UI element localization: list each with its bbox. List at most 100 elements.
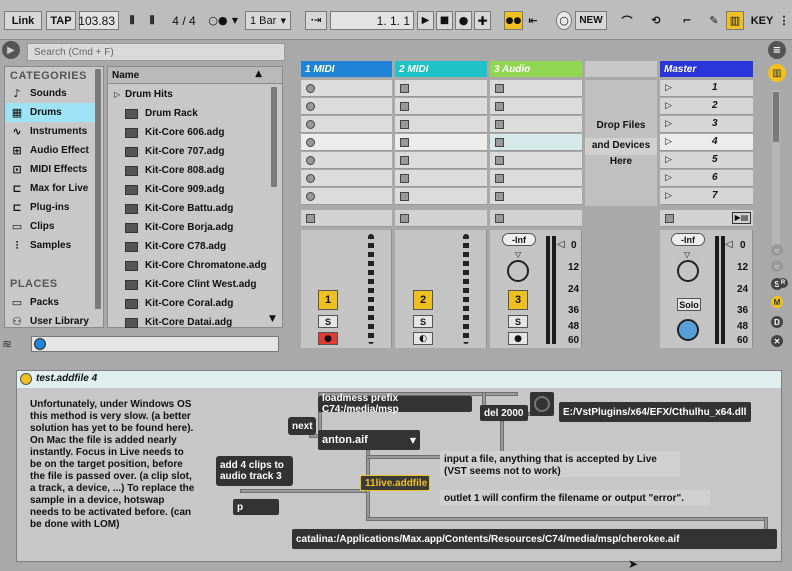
clip-slot[interactable] xyxy=(301,170,392,187)
place-packs[interactable]: ▭ Packs xyxy=(5,293,95,312)
clip-slot[interactable] xyxy=(301,98,392,115)
solo-button-2[interactable]: S xyxy=(413,315,433,328)
song-position-field[interactable]: 1. 1. 1 xyxy=(330,11,414,30)
session-scrollbar[interactable] xyxy=(772,90,780,250)
io-toggle-icon[interactable]: ○ xyxy=(771,244,783,256)
midi-keyboard-icon[interactable]: ▥ xyxy=(726,11,744,30)
arm-record-icon[interactable]: ◐ xyxy=(413,332,433,345)
search-input[interactable]: Search (Cmd + F) xyxy=(27,43,285,61)
solo-button-1[interactable]: S xyxy=(318,315,338,328)
category-drums[interactable]: ▦ Drums xyxy=(5,103,95,122)
list-header[interactable]: Name ▲ xyxy=(108,67,282,84)
place-user-library[interactable]: ⚇ User Library xyxy=(5,312,95,331)
clip-slot[interactable] xyxy=(490,80,582,97)
list-scrollbar[interactable] xyxy=(271,87,277,187)
list-item[interactable]: Kit-Core 707.adg xyxy=(108,142,268,161)
list-item[interactable]: Kit-Core C78.adg xyxy=(108,237,268,256)
track-activator-1[interactable]: 1 xyxy=(318,290,338,310)
crossfader-toggle-icon[interactable]: ✕ xyxy=(771,335,783,347)
return-toggle-icon[interactable]: R xyxy=(778,278,788,288)
category-clips[interactable]: ▭ Clips xyxy=(5,217,95,236)
pencil-icon[interactable]: ✎ xyxy=(706,11,722,30)
scene-launch[interactable]: ▷ 1 xyxy=(660,80,753,97)
nudge-down-icon[interactable]: ⦀ xyxy=(123,11,141,30)
category-midi-effects[interactable]: ⊡ MIDI Effects xyxy=(5,160,95,179)
track-activator-2[interactable]: 2 xyxy=(413,290,433,310)
clip-slot[interactable] xyxy=(395,80,487,97)
category-audio-effect[interactable]: ⊞ Audio Effect xyxy=(5,141,95,160)
track-stop-row[interactable] xyxy=(490,210,582,227)
del-object[interactable]: del 2000 xyxy=(480,405,528,421)
cue-out-icon[interactable]: ▶▤ xyxy=(732,212,751,224)
clip-slot[interactable] xyxy=(301,116,392,133)
category-sounds[interactable]: ♪ Sounds xyxy=(5,84,95,103)
stop-all-row[interactable]: ▶▤ xyxy=(660,210,753,227)
clip-slot[interactable] xyxy=(490,170,582,187)
view-toggle-icon[interactable]: ▥ xyxy=(768,64,786,82)
track-stop-row[interactable] xyxy=(301,210,392,227)
quantize-menu[interactable]: 1 Bar ▼ xyxy=(245,11,291,30)
category-samples[interactable]: ⫶ Samples xyxy=(5,236,95,255)
clip-slot[interactable] xyxy=(490,116,582,133)
clip-slot[interactable] xyxy=(395,170,487,187)
clip-slot[interactable] xyxy=(395,188,487,205)
follow-icon[interactable]: ·⇥ xyxy=(305,11,327,30)
nudge-up-icon[interactable]: ⦀ xyxy=(143,11,161,30)
pan-knob-3[interactable] xyxy=(507,260,529,282)
next-message[interactable]: next xyxy=(288,417,316,435)
categories-scrollbar[interactable] xyxy=(95,69,101,309)
clip-slot[interactable] xyxy=(301,80,392,97)
clip-slot-selected[interactable] xyxy=(490,134,582,151)
live-addfile-object[interactable]: 11live.addfile xyxy=(360,475,430,491)
category-max-for-live[interactable]: ⊏ Max for Live xyxy=(5,179,95,198)
track-header-1-midi[interactable]: 1 MIDI xyxy=(301,61,392,77)
solo-button-3[interactable]: S xyxy=(508,315,528,328)
loadmess-object[interactable]: loadmess prefix C74:/media/msp xyxy=(318,393,472,415)
list-item[interactable]: Kit-Core Chromatone.adg xyxy=(108,256,268,275)
category-instruments[interactable]: ∿ Instruments xyxy=(5,122,95,141)
send-toggle-icon[interactable]: ○ xyxy=(771,260,783,272)
volume-readout-3[interactable]: -Inf xyxy=(502,233,536,246)
device-activator-icon[interactable] xyxy=(20,373,32,385)
delay-toggle-icon[interactable]: D xyxy=(771,316,783,328)
track-header-2-midi[interactable]: 2 MIDI xyxy=(395,61,487,77)
add-icon[interactable]: ✚ xyxy=(474,11,491,30)
scroll-down-icon[interactable]: ▼ xyxy=(269,314,276,324)
list-item[interactable]: Kit-Core Borja.adg xyxy=(108,218,268,237)
more-icon[interactable]: ⋮ xyxy=(778,11,790,30)
clip-slot[interactable] xyxy=(490,152,582,169)
list-item-folder[interactable]: ▷ Drum Hits xyxy=(108,85,268,104)
metronome-icon[interactable]: ○● xyxy=(206,11,230,30)
track-stop-row[interactable] xyxy=(395,210,487,227)
volume-readout-master[interactable]: -Inf xyxy=(671,233,705,246)
plugin-path-message[interactable]: E:/VstPlugins/x64/EFX/Cthulhu_x64.dll xyxy=(559,402,751,422)
session-record-icon[interactable]: ○ xyxy=(556,11,572,30)
subpatcher-p[interactable]: p xyxy=(233,499,279,515)
key-map-button[interactable]: KEY xyxy=(748,11,776,30)
play-icon[interactable]: ▶ xyxy=(417,11,434,30)
clip-slot[interactable] xyxy=(395,134,487,151)
list-item[interactable]: Kit-Core 808.adg xyxy=(108,161,268,180)
fader-arrow-icon[interactable]: ◁ xyxy=(557,239,565,250)
drop-zone[interactable]: Drop Files and Devices Here xyxy=(585,80,657,206)
track-activator-3[interactable]: 3 xyxy=(508,290,528,310)
cue-volume-knob[interactable] xyxy=(677,319,699,341)
clip-slot[interactable] xyxy=(301,152,392,169)
scene-launch[interactable]: ▷ 3 xyxy=(660,116,753,133)
clip-slot[interactable] xyxy=(395,116,487,133)
clip-slot[interactable] xyxy=(490,98,582,115)
automation-arm-icon[interactable]: ⌒ xyxy=(616,11,638,30)
list-item[interactable]: Kit-Core Datai.adg xyxy=(108,313,268,332)
track-header-3-audio[interactable]: 3 Audio xyxy=(490,61,582,77)
record-icon[interactable]: ● xyxy=(455,11,472,30)
new-button[interactable]: NEW xyxy=(575,11,607,30)
tap-tempo-button[interactable]: TAP xyxy=(46,11,76,30)
file-umenu[interactable]: anton.aif ▼ xyxy=(318,430,420,450)
overdub-icon[interactable]: ●● xyxy=(504,11,523,30)
loop-icon[interactable]: ⟲ xyxy=(645,11,667,30)
track-header-master[interactable]: Master xyxy=(660,61,753,77)
back-to-arrangement-icon[interactable]: ⇤ xyxy=(525,11,541,30)
list-item[interactable]: Kit-Core 909.adg xyxy=(108,180,268,199)
groove-pool-icon[interactable]: ≋ xyxy=(2,337,18,353)
menu-lines-icon[interactable]: ≡ xyxy=(768,41,786,59)
